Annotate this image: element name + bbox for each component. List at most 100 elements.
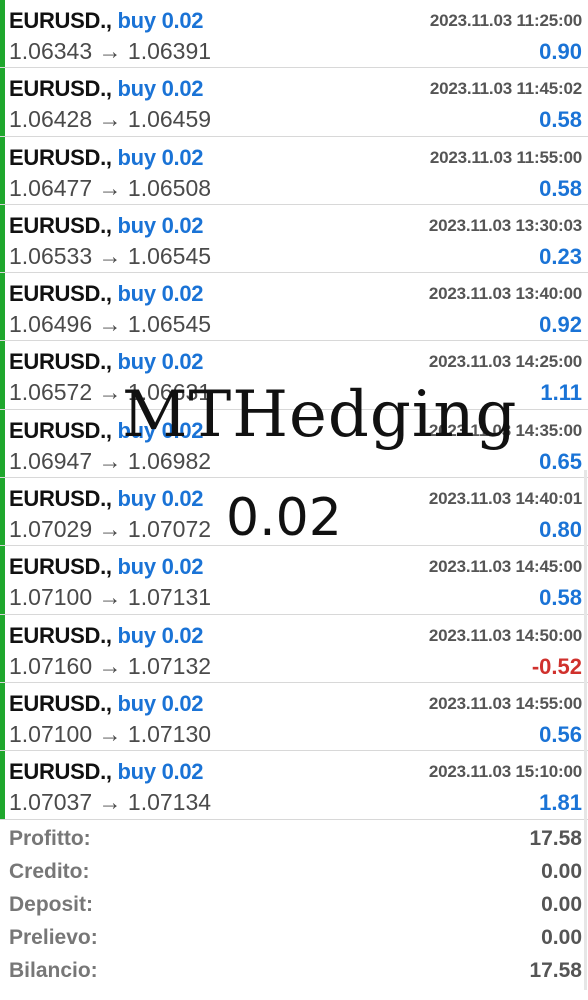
open-price: 1.06947 — [9, 447, 93, 474]
trade-timestamp: 2023.11.03 14:40:01 — [428, 489, 582, 509]
symbol-separator: , — [105, 622, 118, 648]
trade-profit: 0.23 — [539, 243, 582, 269]
trade-row[interactable]: EURUSD., buy 0.02 1.07037 → 1.07134 2023… — [0, 751, 588, 820]
summary-label: Bilancio: — [9, 959, 98, 982]
summary-row: Credito: 0.00 — [0, 856, 588, 889]
trade-profit: 0.58 — [539, 585, 582, 611]
open-price: 1.06496 — [9, 311, 93, 338]
buy-indicator-bar — [0, 0, 5, 68]
open-price: 1.07029 — [9, 516, 93, 543]
symbol-separator: , — [105, 486, 118, 512]
trade-row[interactable]: EURUSD., buy 0.02 1.07029 → 1.07072 2023… — [0, 478, 588, 547]
trade-symbol: EURUSD. — [9, 8, 106, 33]
trade-symbol: EURUSD. — [9, 144, 106, 170]
trade-profit: 0.65 — [539, 448, 582, 474]
trade-timestamp: 2023.11.03 11:45:02 — [429, 79, 582, 99]
symbol-separator: , — [105, 759, 118, 785]
open-price: 1.06477 — [9, 174, 93, 201]
trade-row[interactable]: EURUSD., buy 0.02 1.06496 → 1.06545 2023… — [0, 273, 588, 342]
close-price: 1.07131 — [127, 584, 212, 611]
trade-profit: 0.56 — [539, 721, 582, 747]
symbol-separator: , — [105, 144, 118, 170]
close-price: 1.07072 — [127, 516, 212, 543]
trade-row[interactable]: EURUSD., buy 0.02 1.06477 → 1.06508 2023… — [0, 136, 588, 205]
arrow-icon: → — [98, 38, 122, 64]
trade-symbol-line: EURUSD., buy 0.02 — [9, 212, 204, 239]
trade-type: buy 0.02 — [117, 486, 204, 512]
trade-row[interactable]: EURUSD., buy 0.02 1.06572 → 1.06631 2023… — [0, 341, 588, 410]
trade-symbol: EURUSD. — [9, 486, 106, 512]
summary-row: Prelievo: 0.00 — [0, 922, 588, 955]
trade-type: buy 0.02 — [117, 622, 204, 648]
open-price: 1.06428 — [9, 106, 93, 133]
trade-prices: 1.07037 → 1.07134 — [9, 789, 211, 816]
trade-row[interactable]: EURUSD., buy 0.02 1.07100 → 1.07131 2023… — [0, 546, 588, 615]
arrow-icon: → — [98, 174, 122, 201]
trade-timestamp: 2023.11.03 11:55:00 — [429, 147, 582, 167]
buy-indicator-bar — [0, 751, 5, 819]
arrow-icon: → — [98, 516, 122, 543]
trade-row[interactable]: EURUSD., buy 0.02 1.06343 → 1.06391 2023… — [0, 0, 588, 69]
trade-prices: 1.07100 → 1.07131 — [9, 584, 211, 611]
trade-timestamp: 2023.11.03 14:50:00 — [428, 625, 582, 645]
symbol-separator: , — [105, 76, 118, 102]
trade-symbol: EURUSD. — [9, 349, 106, 375]
trade-profit: 0.58 — [539, 107, 582, 133]
arrow-icon: → — [98, 106, 122, 133]
open-price: 1.06572 — [9, 379, 93, 406]
buy-indicator-bar — [0, 546, 5, 614]
trade-row[interactable]: EURUSD., buy 0.02 1.06947 → 1.06982 2023… — [0, 409, 588, 479]
arrow-icon: → — [98, 789, 122, 816]
trade-profit: 1.81 — [539, 790, 582, 816]
trade-symbol-line: EURUSD., buy 0.02 — [9, 8, 204, 34]
arrow-icon: → — [98, 311, 122, 338]
trade-symbol: EURUSD. — [9, 417, 106, 443]
trade-symbol: EURUSD. — [9, 690, 106, 716]
summary-label: Profitto: — [9, 827, 91, 850]
trade-symbol-line: EURUSD., buy 0.02 — [9, 349, 204, 375]
trade-type: buy 0.02 — [117, 76, 204, 102]
buy-indicator-bar — [0, 204, 5, 273]
trade-type: buy 0.02 — [117, 281, 204, 307]
trade-profit: 0.80 — [539, 517, 582, 543]
close-price: 1.06459 — [127, 106, 212, 133]
close-price: 1.07134 — [127, 789, 212, 816]
open-price: 1.07037 — [9, 789, 93, 816]
trade-symbol-line: EURUSD., buy 0.02 — [9, 144, 204, 171]
trade-row[interactable]: EURUSD., buy 0.02 1.06428 → 1.06459 2023… — [0, 68, 588, 137]
trade-profit: 1.11 — [540, 380, 582, 406]
buy-indicator-bar — [0, 614, 5, 682]
close-price: 1.06982 — [127, 447, 212, 474]
buy-indicator-bar — [0, 682, 5, 751]
trade-prices: 1.06477 → 1.06508 — [9, 175, 211, 202]
arrow-icon: → — [98, 652, 122, 679]
open-price: 1.06533 — [9, 242, 93, 269]
trade-type: buy 0.02 — [117, 144, 204, 170]
trade-row[interactable]: EURUSD., buy 0.02 1.06533 → 1.06545 2023… — [0, 204, 588, 274]
trade-row[interactable]: EURUSD., buy 0.02 1.07100 → 1.07130 2023… — [0, 682, 588, 752]
trade-prices: 1.06428 → 1.06459 — [9, 106, 211, 133]
trade-profit: 0.90 — [539, 39, 582, 64]
trade-prices: 1.07029 → 1.07072 — [9, 516, 211, 543]
trade-symbol: EURUSD. — [9, 622, 106, 648]
close-price: 1.06391 — [127, 38, 212, 64]
open-price: 1.06343 — [9, 38, 93, 64]
arrow-icon: → — [98, 379, 122, 406]
scrollbar[interactable] — [584, 470, 587, 990]
summary-value: 0.00 — [541, 860, 582, 883]
summary-value: 0.00 — [541, 893, 582, 916]
trade-row[interactable]: EURUSD., buy 0.02 1.07160 → 1.07132 2023… — [0, 614, 588, 683]
trade-history-list[interactable]: EURUSD., buy 0.02 1.06343 → 1.06391 2023… — [0, 0, 588, 820]
close-price: 1.06545 — [127, 311, 212, 338]
close-price: 1.06545 — [127, 242, 212, 269]
buy-indicator-bar — [0, 341, 5, 409]
open-price: 1.07100 — [9, 720, 93, 747]
symbol-separator: , — [105, 281, 118, 307]
buy-indicator-bar — [0, 273, 5, 341]
trade-type: buy 0.02 — [117, 554, 204, 580]
trade-symbol: EURUSD. — [9, 212, 106, 238]
arrow-icon: → — [98, 242, 122, 269]
trade-type: buy 0.02 — [117, 690, 204, 716]
summary-value: 17.58 — [529, 827, 582, 850]
close-price: 1.06631 — [127, 379, 212, 406]
